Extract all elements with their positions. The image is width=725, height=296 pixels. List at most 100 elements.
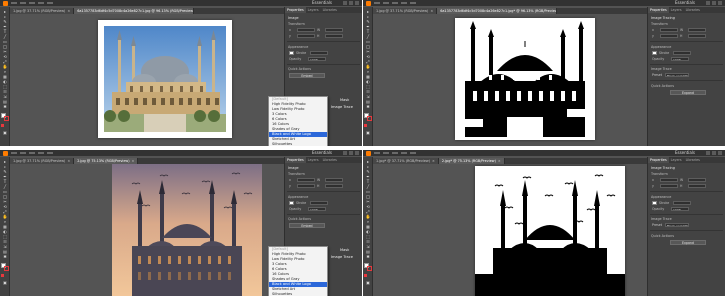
menu-item[interactable] (20, 2, 26, 4)
menu-item[interactable] (38, 2, 44, 4)
width-field[interactable] (325, 178, 343, 182)
height-field[interactable] (688, 184, 706, 188)
stroke-weight-field[interactable] (673, 50, 691, 55)
fill-chip[interactable] (652, 50, 657, 55)
canvas-area[interactable] (373, 164, 647, 296)
x-field[interactable] (660, 28, 678, 32)
height-field[interactable] (688, 34, 706, 38)
close-icon[interactable] (355, 1, 359, 5)
workspace-switcher[interactable]: Essentials (312, 0, 332, 6)
panel-tab[interactable]: Libraries (321, 7, 339, 13)
menu-item[interactable] (383, 2, 389, 4)
menu-item[interactable] (410, 2, 416, 4)
y-field[interactable] (660, 34, 678, 38)
minimize-icon[interactable] (343, 1, 347, 5)
opacity-field[interactable]: 100% (671, 56, 689, 61)
artboard[interactable] (98, 20, 232, 138)
stroke-weight-field[interactable] (673, 200, 691, 205)
none-color-icon[interactable] (364, 124, 367, 127)
panel-tab[interactable]: Properties (648, 157, 669, 163)
sunset-mosque-photo-image[interactable] (112, 164, 262, 296)
menu-item[interactable] (11, 2, 17, 4)
screen-mode-icon[interactable]: ▣ (2, 131, 8, 135)
canvas-area[interactable] (373, 14, 647, 146)
menu-item[interactable] (20, 152, 26, 154)
artboard[interactable] (475, 166, 625, 296)
window-controls[interactable] (706, 1, 722, 5)
none-color-icon[interactable] (1, 124, 4, 127)
artboard[interactable] (455, 18, 595, 140)
blend-tool-icon[interactable]: ✱ (365, 105, 371, 109)
maximize-icon[interactable] (712, 151, 716, 155)
x-field[interactable] (297, 178, 315, 182)
close-tab-icon[interactable]: × (430, 9, 433, 13)
panel-tab[interactable]: Layers (306, 7, 321, 13)
stroke-color-swatch[interactable] (4, 266, 9, 271)
stroke-color-swatch[interactable] (367, 116, 372, 121)
panel-tab[interactable]: Libraries (321, 157, 339, 163)
blend-tool-icon[interactable]: ✱ (365, 255, 371, 259)
close-icon[interactable] (718, 1, 722, 5)
panel-tab[interactable]: Properties (285, 157, 306, 163)
fill-chip[interactable] (652, 200, 657, 205)
none-color-icon[interactable] (1, 274, 4, 277)
image-trace-preset-menu[interactable]: [Default] High Fidelity Photo Low Fidelity… (268, 96, 328, 146)
workspace-switcher[interactable]: Essentials (675, 0, 695, 6)
menu-item[interactable] (383, 152, 389, 154)
menu-item[interactable] (410, 152, 416, 154)
mosque-photo-image[interactable] (104, 26, 226, 132)
height-field[interactable] (325, 34, 343, 38)
embed-button[interactable]: Embed (289, 223, 325, 228)
panel-tab[interactable]: Libraries (684, 7, 702, 13)
menu-bar[interactable] (374, 152, 416, 154)
screen-mode-icon[interactable]: ▣ (365, 131, 371, 135)
stroke-color-swatch[interactable] (367, 266, 372, 271)
maximize-icon[interactable] (349, 1, 353, 5)
image-trace-button[interactable]: Image Trace (331, 255, 353, 259)
preset-dropdown[interactable]: Black and White... (664, 223, 689, 227)
menu-item[interactable] (47, 152, 53, 154)
menu-item[interactable] (29, 152, 35, 154)
menu-item[interactable] (401, 2, 407, 4)
close-icon[interactable] (355, 151, 359, 155)
panel-tab[interactable]: Layers (306, 157, 321, 163)
menu-bar[interactable] (374, 2, 416, 4)
width-field[interactable] (688, 178, 706, 182)
minimize-icon[interactable] (706, 1, 710, 5)
menu-item[interactable] (374, 2, 380, 4)
opacity-field[interactable]: 100% (671, 206, 689, 211)
close-tab-icon[interactable]: × (67, 159, 70, 163)
blend-tool-icon[interactable]: ✱ (2, 105, 8, 109)
preset-dropdown[interactable]: Black and White... (664, 73, 689, 77)
maximize-icon[interactable] (712, 1, 716, 5)
close-tab-icon[interactable]: × (432, 159, 435, 163)
opacity-field[interactable]: 100% (308, 56, 326, 61)
panel-tab[interactable]: Properties (285, 7, 306, 13)
close-tab-icon[interactable]: × (132, 159, 135, 163)
menu-item[interactable] (47, 2, 53, 4)
image-trace-preset-menu[interactable]: [Default] High Fidelity Photo Low Fidelity… (268, 246, 328, 296)
mask-button[interactable]: Mask (340, 98, 349, 102)
maximize-icon[interactable] (349, 151, 353, 155)
x-field[interactable] (297, 28, 315, 32)
expand-button[interactable]: Expand (670, 239, 706, 245)
stroke-weight-field[interactable] (310, 200, 328, 205)
expand-button[interactable]: Expand (670, 89, 706, 95)
y-field[interactable] (297, 184, 315, 188)
traced-mosque-artwork[interactable] (459, 21, 591, 137)
menu-item[interactable] (392, 152, 398, 154)
panel-tab[interactable]: Properties (648, 7, 669, 13)
stroke-weight-field[interactable] (310, 50, 328, 55)
menu-item[interactable] (11, 152, 17, 154)
stroke-color-swatch[interactable] (4, 116, 9, 121)
window-controls[interactable] (343, 1, 359, 5)
y-field[interactable] (297, 34, 315, 38)
width-field[interactable] (688, 28, 706, 32)
screen-mode-icon[interactable]: ▣ (365, 281, 371, 285)
image-trace-button[interactable]: Image Trace (331, 105, 353, 109)
blend-tool-icon[interactable]: ✱ (2, 255, 8, 259)
workspace-switcher[interactable]: Essentials (312, 150, 332, 156)
menu-bar[interactable] (11, 152, 53, 154)
panel-tab[interactable]: Libraries (684, 157, 702, 163)
close-tab-icon[interactable]: × (67, 9, 70, 13)
